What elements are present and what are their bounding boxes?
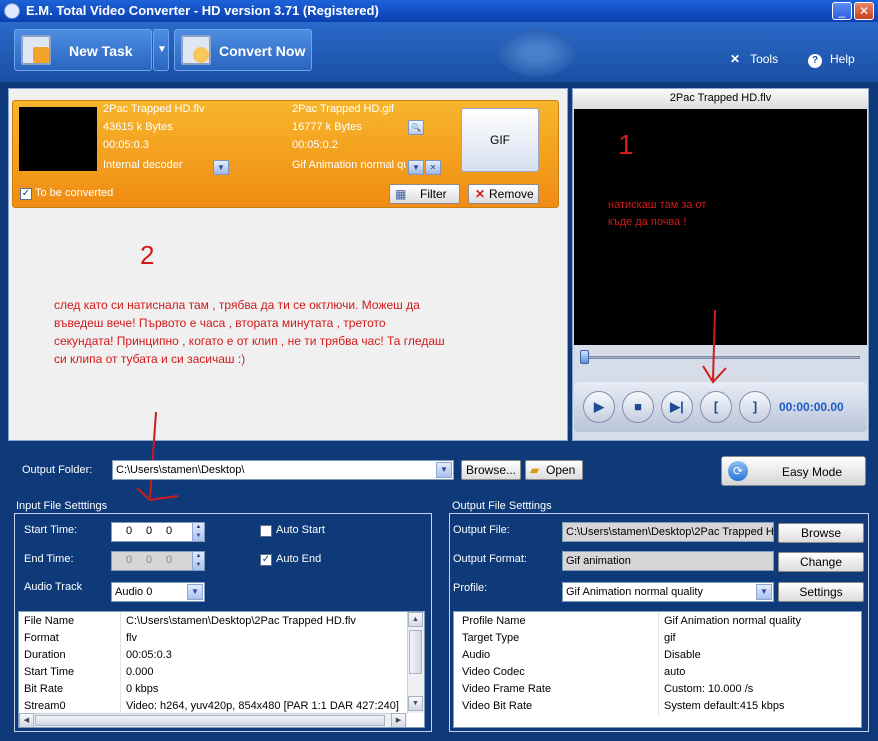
table-row: Start Time 0.000 — [19, 664, 424, 681]
info-key: Video Bit Rate — [462, 700, 533, 712]
info-key: Format — [24, 632, 59, 644]
audio-track-label: Audio Track — [24, 581, 83, 593]
output-settings-title: Output File Setttings — [450, 500, 554, 512]
refresh-icon: ⟳ — [728, 461, 748, 481]
hscroll-thumb[interactable] — [35, 715, 385, 726]
output-format-label: Output Format: — [453, 553, 527, 565]
scroll-thumb[interactable] — [409, 630, 422, 674]
auto-end-checkbox[interactable]: ✓ — [260, 554, 272, 566]
info-value: 0 kbps — [126, 683, 159, 695]
start-time-spinner[interactable]: ▲ ▼ — [192, 523, 204, 541]
info-value: flv — [126, 632, 137, 644]
output-file-field[interactable]: C:\Users\stamen\Desktop\2Pac Trapped H — [562, 522, 774, 542]
info-value: 00:05:0.3 — [126, 649, 172, 661]
end-time-input: 0 0 0 ▲ ▼ — [111, 551, 205, 571]
change-format-button[interactable]: Change — [778, 552, 864, 572]
info-key: Audio — [462, 649, 491, 661]
info-value: C:\Users\stamen\Desktop\2Pac Trapped HD.… — [126, 615, 356, 627]
easy-mode-label: Easy Mode — [782, 465, 843, 479]
horizontal-scrollbar[interactable]: ◀ ▶ — [19, 713, 407, 727]
table-row: Bit Rate 0 kbps — [19, 681, 424, 698]
end-second: 0 — [166, 554, 173, 566]
info-key: Bit Rate — [24, 683, 64, 695]
auto-start-checkbox[interactable] — [260, 525, 272, 537]
profile-label: Profile: — [453, 582, 488, 594]
open-label: Open — [546, 463, 576, 477]
scroll-up-icon[interactable]: ▲ — [408, 612, 423, 627]
output-folder-label: Output Folder: — [22, 464, 93, 476]
output-folder-value: C:\Users\stamen\Desktop\ — [116, 464, 245, 476]
table-row: File Name C:\Users\stamen\Desktop\2Pac Tr… — [19, 613, 424, 630]
output-format-field: Gif animation — [562, 551, 774, 571]
arrow-to-start-time — [136, 411, 179, 502]
arrow-to-mark-in — [702, 309, 727, 384]
info-key: File Name — [24, 615, 75, 627]
info-value: System default:415 kbps — [664, 700, 785, 712]
start-time-input[interactable]: 0 0 0 ▲ ▼ — [111, 522, 205, 542]
info-key: Video Codec — [462, 666, 525, 678]
output-browse-button[interactable]: Browse — [778, 523, 864, 543]
end-minute: 0 — [146, 554, 153, 566]
chevron-down-icon[interactable]: ▼ — [187, 584, 203, 600]
chevron-down-icon[interactable]: ▼ — [436, 462, 452, 478]
info-key: Video Frame Rate — [462, 683, 552, 695]
end-time-label: End Time: — [24, 553, 74, 565]
info-value: Gif Animation normal quality — [664, 615, 801, 627]
input-settings-title: Input File Setttings — [14, 500, 110, 512]
output-file-label: Output File: — [453, 524, 510, 536]
profile-value: Gif Animation normal quality — [566, 586, 703, 598]
browse-folder-button[interactable]: Browse... — [461, 460, 521, 480]
scroll-left-icon[interactable]: ◀ — [19, 713, 34, 727]
auto-start-label: Auto Start — [276, 524, 325, 536]
easy-mode-button[interactable]: ⟳ Easy Mode — [721, 456, 866, 486]
scroll-right-icon[interactable]: ▶ — [391, 713, 406, 727]
input-info-table: File Name C:\Users\stamen\Desktop\2Pac Tr… — [18, 611, 425, 728]
info-key: Profile Name — [462, 615, 526, 627]
info-key: Target Type — [462, 632, 520, 644]
scroll-down-icon[interactable]: ▼ — [408, 696, 423, 711]
start-hour[interactable]: 0 — [126, 525, 132, 537]
table-row: Format flv — [19, 630, 424, 647]
info-value: auto — [664, 666, 686, 678]
info-value: Custom: 10.000 /s — [664, 683, 754, 695]
start-second[interactable]: 0 — [166, 525, 172, 537]
info-value: gif — [664, 632, 676, 644]
output-folder-input[interactable]: C:\Users\stamen\Desktop\ ▼ — [112, 460, 454, 480]
start-time-label: Start Time: — [24, 524, 78, 536]
profile-select[interactable]: Gif Animation normal quality ▼ — [562, 582, 774, 602]
output-info-table: Profile Name Gif Animation normal quality… — [453, 611, 862, 728]
chevron-down-icon[interactable]: ▼ — [756, 584, 772, 600]
start-minute[interactable]: 0 — [146, 525, 152, 537]
auto-end-label: Auto End — [276, 553, 322, 565]
info-value: Disable — [664, 649, 701, 661]
folder-icon: ▰ — [530, 463, 540, 477]
info-key: Duration — [24, 649, 66, 661]
end-hour: 0 — [126, 554, 133, 566]
table-row: Duration 00:05:0.3 — [19, 647, 424, 664]
audio-track-value: Audio 0 — [115, 586, 153, 598]
audio-track-select[interactable]: Audio 0 ▼ — [111, 582, 205, 602]
info-value: 0.000 — [126, 666, 154, 678]
info-key: Start Time — [24, 666, 75, 678]
open-folder-button[interactable]: ▰ Open — [525, 460, 583, 480]
vertical-scrollbar[interactable]: ▲ ▼ — [407, 612, 424, 713]
profile-settings-button[interactable]: Settings — [778, 582, 864, 602]
end-time-spinner: ▲ ▼ — [192, 552, 204, 570]
